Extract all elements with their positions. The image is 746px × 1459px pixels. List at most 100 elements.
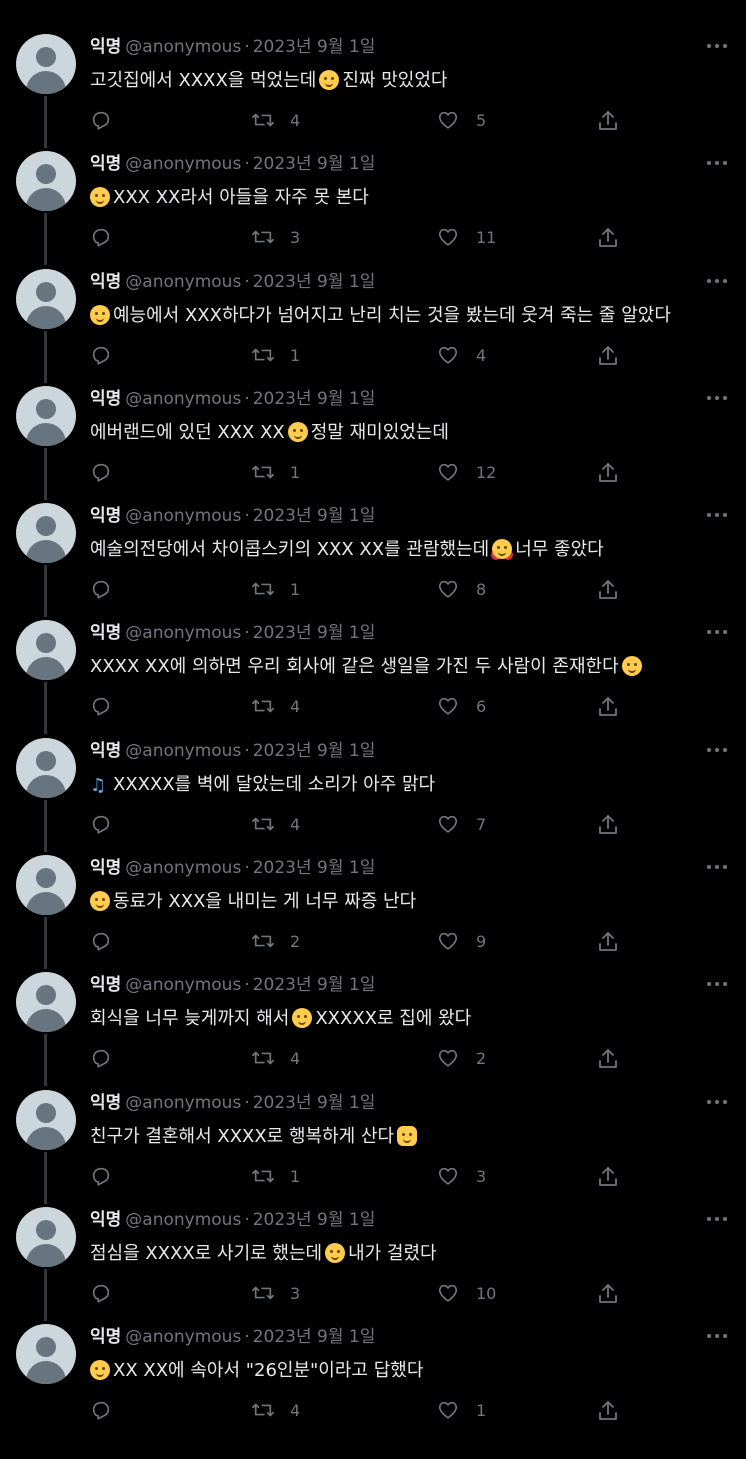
tweet-text: XX XX에 속아서 "26인분"이라고 답했다 (90, 1359, 423, 1383)
tweet-header: 익명 @anonymous · 2023년 9월 1일 (90, 271, 375, 293)
tweet[interactable]: 익명 @anonymous · 2023년 9월 1일 예술의전당에서 차이콥스키의 … (0, 469, 746, 618)
tweet-text-before: 에버랜드에 있던 XXX XX (90, 421, 285, 443)
user-handle[interactable]: @anonymous (125, 389, 241, 409)
avatar[interactable] (16, 268, 76, 329)
tweet[interactable]: 익명 @anonymous · 2023년 9월 1일 ♫ XXXXX를 벽에 달았는데… (0, 704, 746, 852)
more-options-icon[interactable] (707, 630, 729, 636)
more-options-icon[interactable] (707, 747, 729, 754)
more-options-icon[interactable] (707, 161, 729, 167)
tweet[interactable]: 익명 @anonymous · 2023년 9월 1일 회식을 너무 늦게까지 해서 X… (0, 938, 746, 1087)
avatar[interactable] (16, 972, 76, 1033)
display-name[interactable]: 익명 (90, 1093, 121, 1113)
avatar[interactable] (16, 620, 76, 681)
tweet-text-after: 진짜 맛있었다 (342, 70, 448, 91)
tweet-header: 익명 @anonymous · 2023년 9월 1일 (90, 505, 375, 527)
user-handle[interactable]: @anonymous (125, 741, 241, 761)
more-options-icon[interactable] (707, 395, 729, 402)
user-handle[interactable]: @anonymous (125, 506, 241, 526)
tweet[interactable]: 익명 @anonymous · 2023년 9월 1일 동료가 XXX을 내미는 게 … (0, 821, 746, 970)
more-options-icon[interactable] (707, 1216, 729, 1223)
display-name[interactable]: 익명 (90, 1210, 121, 1230)
tweet-header: 익명 @anonymous · 2023년 9월 1일 (90, 1326, 375, 1348)
tweet-text-before: 점심을 XXXX로 사기로 했는데 (90, 1242, 323, 1264)
display-name[interactable]: 익명 (90, 975, 121, 995)
avatar[interactable] (16, 737, 76, 798)
user-handle[interactable]: @anonymous (125, 272, 241, 292)
user-handle[interactable]: @anonymous (125, 623, 241, 643)
tweet[interactable]: 익명 @anonymous · 2023년 9월 1일 XXX XX라서 아들을 자주… (0, 117, 746, 266)
crying-face-emoji (90, 187, 110, 208)
loudly-crying-emoji (325, 1242, 346, 1263)
tweet-text: XXX XX라서 아들을 자주 못 본다 (90, 186, 369, 210)
avatar[interactable] (16, 503, 76, 564)
tweet-text-after: XXX XX라서 아들을 자주 못 본다 (113, 187, 369, 209)
tweet-date[interactable]: 2023년 9월 1일 (253, 975, 376, 995)
tweet[interactable]: 익명 @anonymous · 2023년 9월 1일 고깃집에서 XXXX을 먹었는… (0, 0, 746, 148)
display-name[interactable]: 익명 (90, 272, 121, 292)
more-options-icon[interactable] (707, 278, 729, 285)
avatar[interactable] (16, 151, 76, 212)
tweet[interactable]: 익명 @anonymous · 2023년 9월 1일 에버랜드에 있던 XXX XX… (0, 352, 746, 500)
avatar[interactable] (16, 1089, 76, 1150)
tweet[interactable]: 익명 @anonymous · 2023년 9월 1일 예능에서 XXX하다가 넘어지… (0, 235, 746, 383)
tweet[interactable]: 익명 @anonymous · 2023년 9월 1일 XX XX에 속아서 "26인… (0, 1290, 746, 1420)
tweet-text-after: XXXXX로 집에 왔다 (315, 1008, 472, 1030)
tweet-date[interactable]: 2023년 9월 1일 (253, 1093, 376, 1113)
more-options-icon[interactable] (707, 982, 729, 988)
tweet[interactable]: 익명 @anonymous · 2023년 9월 1일 친구가 결혼해서 XXXX로 … (0, 1056, 746, 1204)
avatar[interactable] (16, 1324, 76, 1385)
tweet-text-after: 예능에서 XXX하다가 넘어지고 난리 치는 것을 봤는데 웃겨 죽는 줄 알았… (113, 304, 671, 326)
user-handle[interactable]: @anonymous (125, 1327, 241, 1347)
avatar[interactable] (16, 1206, 76, 1267)
tweet-header: 익명 @anonymous · 2023년 9월 1일 (90, 153, 375, 175)
reply-icon (92, 1402, 110, 1420)
user-handle[interactable]: @anonymous (125, 1093, 241, 1113)
separator-dot: · (244, 388, 250, 409)
share-icon (599, 1401, 617, 1421)
display-name[interactable]: 익명 (90, 37, 121, 57)
user-handle[interactable]: @anonymous (125, 1210, 241, 1230)
display-name[interactable]: 익명 (90, 623, 121, 643)
more-options-icon[interactable] (707, 865, 729, 871)
user-handle[interactable]: @anonymous (125, 154, 241, 174)
tweet-date[interactable]: 2023년 9월 1일 (253, 623, 376, 643)
tweet[interactable]: 익명 @anonymous · 2023년 9월 1일 점심을 XXXX로 사기로 했… (0, 1173, 746, 1321)
more-options-icon[interactable] (707, 1099, 729, 1106)
display-name[interactable]: 익명 (90, 506, 121, 526)
tweet-date[interactable]: 2023년 9월 1일 (253, 272, 376, 292)
more-options-icon[interactable] (707, 44, 729, 50)
tweet-text: 예능에서 XXX하다가 넘어지고 난리 치는 것을 봤는데 웃겨 죽는 줄 알았… (90, 304, 671, 328)
display-name[interactable]: 익명 (90, 154, 121, 174)
display-name[interactable]: 익명 (90, 858, 121, 878)
more-options-icon[interactable] (707, 513, 729, 519)
tweet-text-before: XXXX XX에 의하면 우리 회사에 같은 생일을 가진 두 사람이 존재한다 (90, 656, 619, 678)
display-name[interactable]: 익명 (90, 1327, 121, 1347)
tweet-date[interactable]: 2023년 9월 1일 (253, 389, 376, 409)
more-options-icon[interactable] (707, 1334, 729, 1340)
tweet-date[interactable]: 2023년 9월 1일 (253, 741, 376, 761)
user-handle[interactable]: @anonymous (125, 858, 241, 878)
tweet-header: 익명 @anonymous · 2023년 9월 1일 (90, 1092, 375, 1114)
avatar[interactable] (16, 385, 76, 446)
tweet-text: 동료가 XXX을 내미는 게 너무 짜증 난다 (90, 890, 416, 914)
yum-emoji (319, 70, 340, 90)
user-handle[interactable]: @anonymous (125, 37, 241, 57)
angry-emoji (90, 891, 110, 912)
avatar[interactable] (16, 855, 76, 916)
persevering-emoji (90, 1360, 110, 1381)
tweet-date[interactable]: 2023년 9월 1일 (253, 858, 376, 878)
avatar[interactable] (16, 34, 76, 94)
separator-dot: · (244, 740, 250, 761)
heart-icon (438, 1402, 458, 1419)
display-name[interactable]: 익명 (90, 741, 121, 761)
tweet-date[interactable]: 2023년 9월 1일 (253, 1327, 376, 1347)
tweet-date[interactable]: 2023년 9월 1일 (253, 154, 376, 174)
tweet-date[interactable]: 2023년 9월 1일 (253, 1210, 376, 1230)
tweet[interactable]: 익명 @anonymous · 2023년 9월 1일 XXXX XX에 의하면 우리… (0, 586, 746, 735)
tweet-text-before: 고깃집에서 XXXX을 먹었는데 (90, 70, 317, 91)
tweet-date[interactable]: 2023년 9월 1일 (253, 37, 376, 57)
user-handle[interactable]: @anonymous (125, 975, 241, 995)
separator-dot: · (244, 37, 250, 57)
display-name[interactable]: 익명 (90, 389, 121, 409)
tweet-date[interactable]: 2023년 9월 1일 (253, 506, 376, 526)
